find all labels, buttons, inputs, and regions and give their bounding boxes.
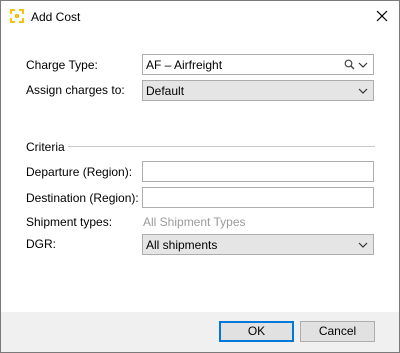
cancel-button[interactable]: Cancel [300, 321, 375, 342]
dialog-footer: OK Cancel [1, 312, 399, 352]
dgr-label: DGR: [26, 237, 56, 251]
chevron-down-icon[interactable] [358, 61, 368, 69]
shipment-types-value: All Shipment Types [143, 215, 246, 229]
chevron-down-icon [358, 242, 368, 248]
shipment-types-label: Shipment types: [26, 215, 113, 229]
destination-input[interactable] [142, 187, 374, 208]
charge-type-field[interactable]: AF – Airfreight [142, 54, 374, 75]
dgr-select[interactable]: All shipments [142, 234, 374, 255]
ok-button[interactable]: OK [219, 321, 294, 342]
charge-type-value: AF – Airfreight [146, 58, 223, 72]
charge-type-label: Charge Type: [26, 58, 98, 72]
title-bar: Add Cost [1, 1, 399, 32]
dgr-value: All shipments [146, 238, 218, 252]
departure-label: Departure (Region): [26, 165, 133, 179]
close-icon[interactable] [374, 8, 390, 24]
add-cost-dialog: Add Cost Charge Type: AF – Airfreight As… [0, 0, 400, 353]
search-icon[interactable] [344, 59, 355, 70]
assign-charges-value: Default [146, 84, 185, 98]
assign-charges-label: Assign charges to: [26, 83, 125, 97]
window-title: Add Cost [31, 10, 81, 24]
chevron-down-icon [358, 88, 368, 94]
assign-charges-select[interactable]: Default [142, 80, 374, 101]
departure-input[interactable] [142, 161, 374, 182]
destination-label: Destination (Region): [26, 191, 139, 205]
criteria-heading: Criteria [26, 140, 65, 154]
criteria-divider [68, 146, 375, 147]
app-icon [10, 9, 24, 23]
